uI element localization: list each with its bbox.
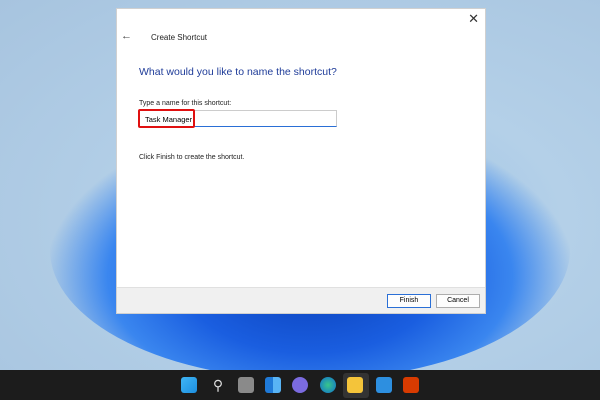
widgets-icon[interactable]: [265, 377, 281, 393]
create-shortcut-dialog: ✕ ← Create Shortcut What would you like …: [116, 8, 486, 314]
back-arrow-icon[interactable]: ←: [121, 30, 132, 42]
dialog-title: Create Shortcut: [151, 33, 208, 42]
cancel-button[interactable]: Cancel: [436, 294, 480, 308]
dialog-footer: Finish Cancel: [117, 287, 485, 313]
mail-icon[interactable]: [376, 377, 392, 393]
page-heading: What would you like to name the shortcut…: [139, 66, 337, 78]
office-icon[interactable]: [403, 377, 419, 393]
search-icon[interactable]: ⚲: [210, 377, 226, 393]
close-icon[interactable]: ✕: [468, 11, 479, 27]
info-text: Click Finish to create the shortcut.: [139, 154, 245, 161]
start-icon[interactable]: [181, 377, 197, 393]
task-view-icon[interactable]: [238, 377, 254, 393]
edge-icon[interactable]: [320, 377, 336, 393]
taskbar: ⚲: [0, 370, 600, 400]
file-explorer-icon[interactable]: [347, 377, 363, 393]
highlight-box: [138, 109, 195, 128]
name-field-label: Type a name for this shortcut:: [139, 100, 232, 107]
finish-button[interactable]: Finish: [387, 294, 431, 308]
teams-chat-icon[interactable]: [292, 377, 308, 393]
